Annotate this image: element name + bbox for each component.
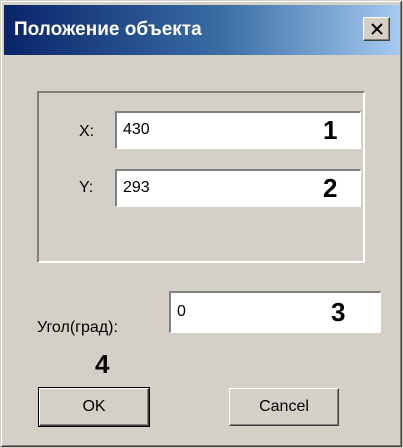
close-icon — [371, 23, 383, 35]
y-label: Y: — [79, 179, 94, 196]
cancel-button[interactable]: Cancel — [229, 388, 339, 426]
close-button[interactable] — [363, 17, 390, 41]
titlebar[interactable]: Положение объекта — [4, 5, 400, 55]
marker-4: 4 — [95, 349, 110, 379]
marker-3: 3 — [331, 297, 346, 327]
window-title: Положение объекта — [14, 19, 202, 40]
position-dialog: Положение объекта X: 430 1 Y: 293 2 Угол… — [0, 0, 403, 448]
ok-button[interactable]: OK — [38, 387, 150, 427]
y-input-value: 293 — [123, 179, 150, 196]
angle-input-value: 0 — [177, 303, 186, 320]
x-input-value: 430 — [123, 121, 150, 138]
marker-1: 1 — [323, 115, 338, 145]
marker-2: 2 — [323, 173, 338, 203]
angle-input[interactable]: 0 — [169, 291, 381, 333]
angle-label: Угол(град): — [37, 319, 118, 336]
x-label: X: — [79, 123, 95, 140]
